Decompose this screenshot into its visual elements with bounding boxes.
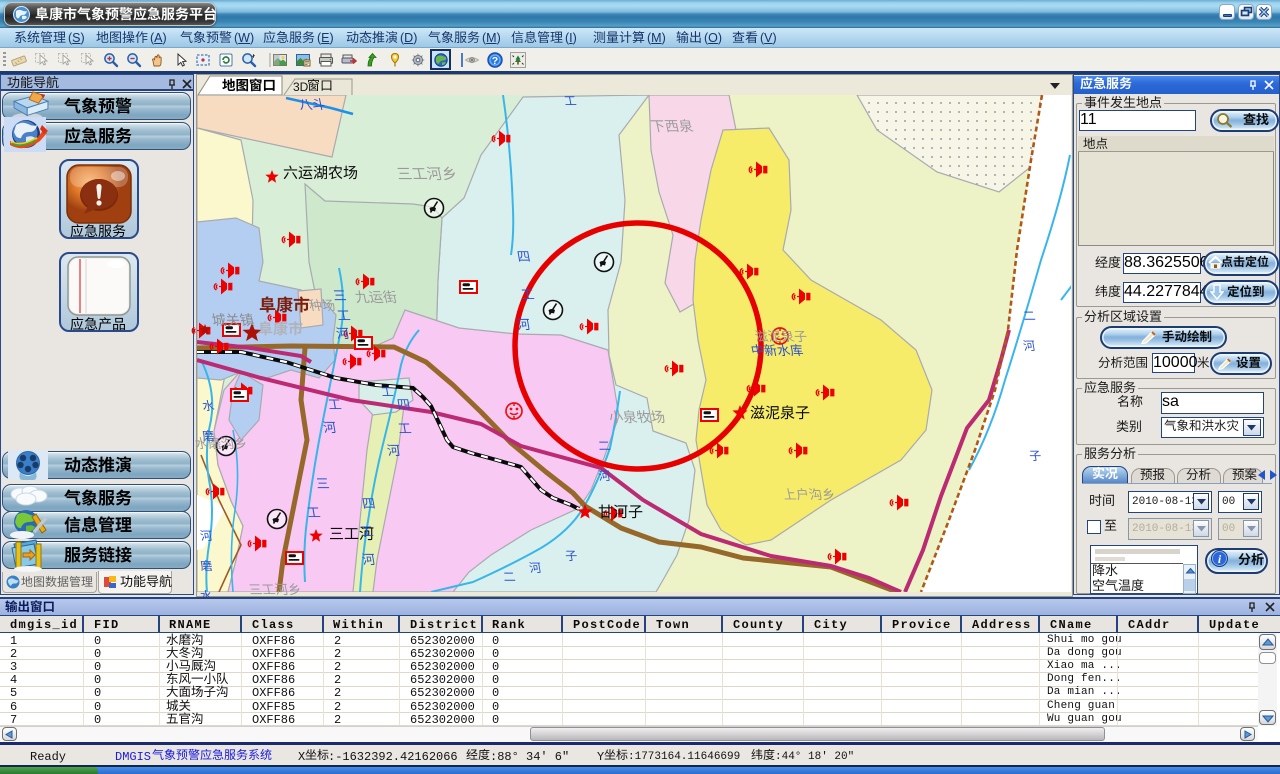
svg-text:?: ? [492, 55, 498, 67]
